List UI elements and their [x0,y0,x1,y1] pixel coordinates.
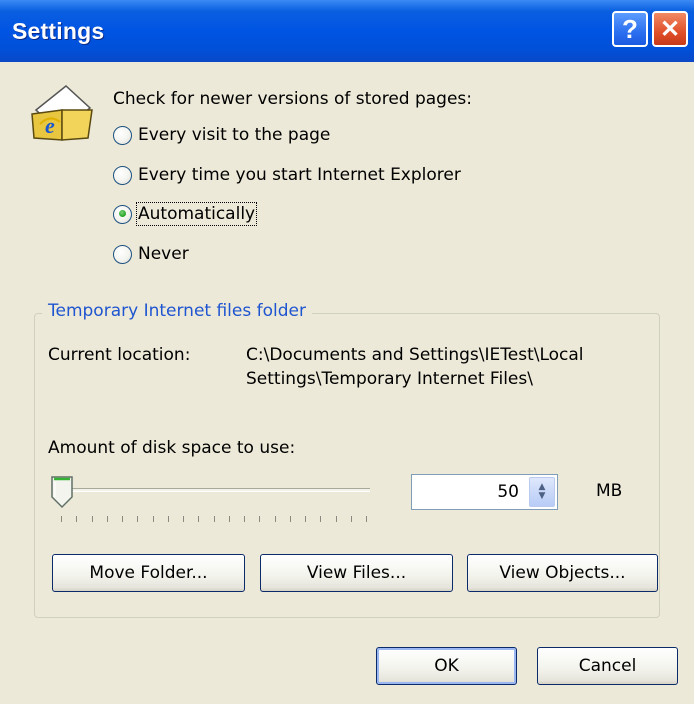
slider-tick [228,516,230,522]
cancel-button[interactable]: Cancel [537,647,678,685]
temp-files-group-title: Temporary Internet files folder [42,301,312,321]
slider-tick [167,516,169,522]
spin-down-icon[interactable]: ▼ [539,492,546,501]
help-button[interactable]: ? [612,11,648,47]
slider-tick [61,516,62,522]
view-objects-button[interactable]: View Objects... [467,554,658,592]
check-versions-label: Check for newer versions of stored pages… [113,89,473,109]
radio-every-start-label: Every time you start Internet Explorer [138,165,461,185]
view-files-button[interactable]: View Files... [260,554,453,592]
location-path-line1: C:\Documents and Settings\IETest\Local [246,345,584,365]
slider-tick [122,516,123,522]
slider-tick [91,516,93,522]
radio-every-start[interactable]: Every time you start Internet Explorer [113,162,461,188]
ok-button[interactable]: OK [376,647,517,685]
disk-space-label: Amount of disk space to use: [48,438,296,458]
move-folder-button[interactable]: Move Folder... [52,554,245,592]
slider-tick [183,516,184,522]
radio-automatically-label: Automatically [135,202,258,226]
close-button[interactable]: ✕ [652,11,688,47]
radio-every-visit-label: Every visit to the page [138,125,331,145]
slider-tick [320,516,322,522]
ie-document-icon: e [31,85,93,141]
slider-ticks [61,516,367,524]
disk-space-input[interactable]: 50 ▲ ▼ [411,474,558,510]
help-icon: ? [622,13,638,44]
slider-tick [213,516,215,522]
radio-never-label: Never [138,244,189,264]
slider-tick [259,516,261,522]
radio-automatically[interactable]: Automatically [113,201,258,227]
slider-tick [289,516,291,522]
slider-tick [366,516,367,522]
close-icon: ✕ [659,15,681,43]
slider-tick [106,516,108,522]
svg-text:e: e [45,113,55,138]
radio-never-circle[interactable] [113,244,132,264]
disk-space-value: 50 [497,482,519,502]
radio-every-visit[interactable]: Every visit to the page [113,122,330,148]
slider-tick [137,516,139,522]
window-title: Settings [12,18,105,44]
slider-tick [350,516,352,522]
settings-dialog: Settings ? ✕ e Check for newer versions … [0,0,694,704]
radio-never[interactable]: Never [113,241,189,267]
slider-tick [305,516,306,522]
location-path-line2: Settings\Temporary Internet Files\ [246,369,533,389]
slider-tick [198,516,200,522]
radio-automatically-circle[interactable] [113,204,132,224]
disk-space-slider-thumb[interactable] [50,475,74,509]
title-bar[interactable]: Settings ? ✕ [0,0,694,62]
radio-every-visit-circle[interactable] [113,125,132,145]
current-location-label: Current location: [48,345,191,365]
slider-tick [76,516,78,522]
slider-tick [244,516,245,522]
slider-tick [152,516,154,522]
radio-every-start-circle[interactable] [113,165,132,185]
slider-tick [274,516,276,522]
disk-unit-label: MB [596,481,623,501]
disk-space-spinner[interactable]: ▲ ▼ [529,477,555,507]
slider-tick [335,516,337,522]
disk-space-slider-track[interactable] [60,488,370,492]
